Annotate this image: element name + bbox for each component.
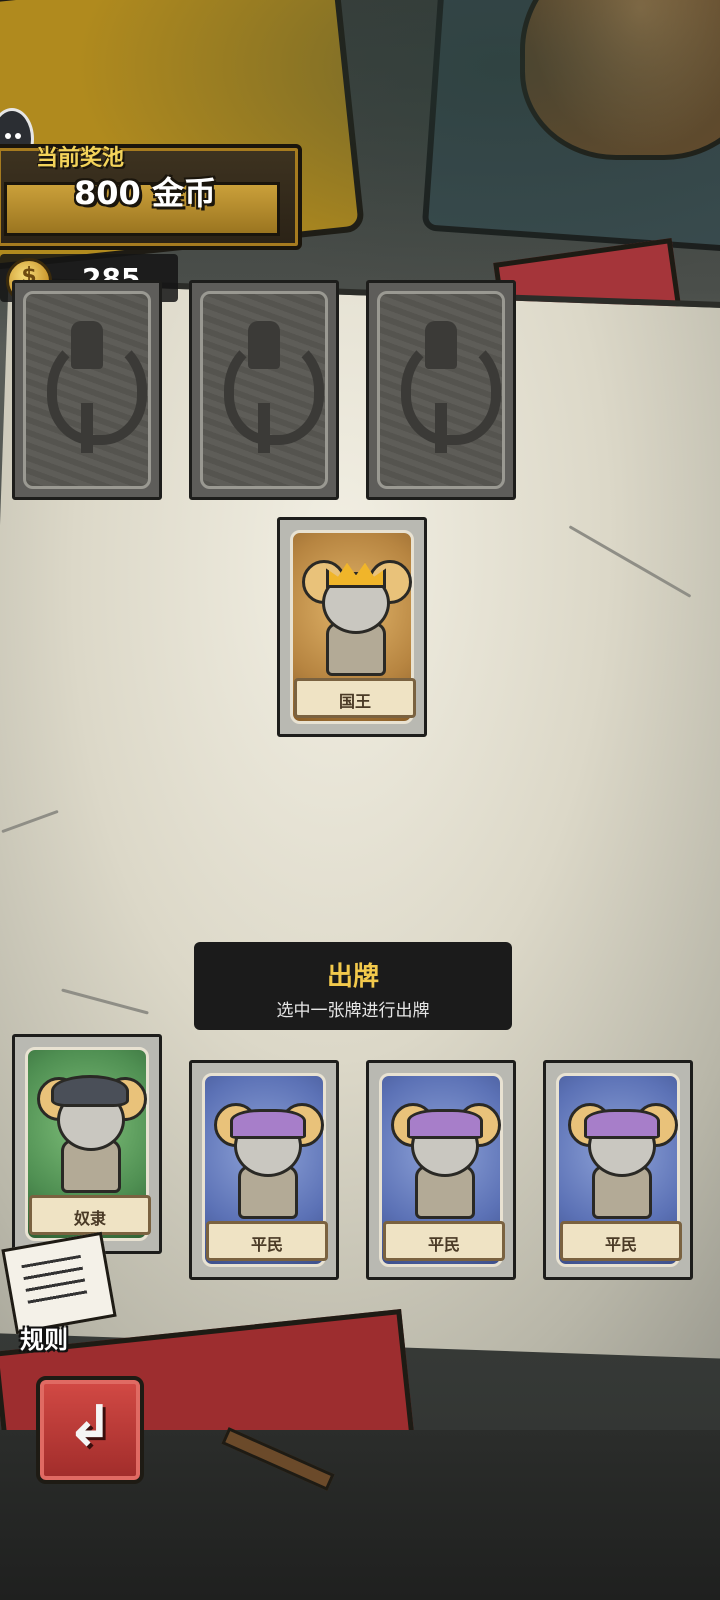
card-back-emblem-core	[71, 321, 103, 369]
game-scene: 当前奖池 800 金币 285 国王 出牌 选中一张牌进行出牌	[0, 0, 720, 1600]
rules-label[interactable]: 规则	[20, 1320, 68, 1355]
opponent-card-back	[189, 280, 339, 500]
back-button[interactable]: ↲	[36, 1376, 144, 1484]
card-label: 国王	[338, 692, 371, 711]
card-back-emblem-stem	[81, 403, 93, 453]
card-label: 平民	[427, 1235, 460, 1254]
hand-card-slave[interactable]: 奴隶	[12, 1034, 162, 1254]
played-card-king: 国王	[277, 517, 427, 737]
card-back-emblem-stem	[258, 403, 270, 453]
card-back-emblem-stem	[435, 403, 447, 453]
card-back-emblem-core	[425, 321, 457, 369]
rules-paper-icon	[1, 1231, 117, 1335]
cap-icon	[51, 1075, 129, 1107]
prompt-subtitle: 选中一张牌进行出牌	[276, 1001, 430, 1021]
opponent-card-back	[12, 280, 162, 500]
prompt-title: 出牌	[326, 962, 379, 992]
card-label: 平民	[604, 1235, 637, 1254]
card-label: 奴隶	[73, 1209, 106, 1228]
bandana-icon	[584, 1109, 660, 1139]
card-label: 平民	[250, 1235, 283, 1254]
card-back-emblem-core	[248, 321, 280, 369]
bandana-icon	[230, 1109, 306, 1139]
hand-card-civilian[interactable]: 平民	[543, 1060, 693, 1280]
play-card-prompt: 出牌 选中一张牌进行出牌	[194, 942, 512, 1030]
hand-card-civilian[interactable]: 平民	[366, 1060, 516, 1280]
hand-card-civilian[interactable]: 平民	[189, 1060, 339, 1280]
back-arrow-icon: ↲	[66, 1394, 114, 1459]
opponent-card-back	[366, 280, 516, 500]
prize-pool-amount: 800 金币	[74, 174, 216, 212]
bandana-icon	[407, 1109, 483, 1139]
